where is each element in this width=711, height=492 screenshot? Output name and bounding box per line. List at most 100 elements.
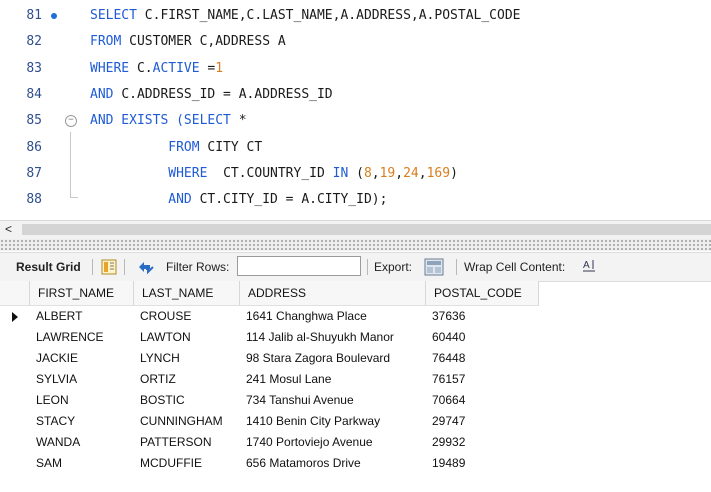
cell-postal-code[interactable]: 76157 bbox=[426, 369, 539, 390]
column-header-address[interactable]: ADDRESS bbox=[240, 281, 426, 305]
table-row[interactable]: SAM MCDUFFIE 656 Matamoros Drive 19489 bbox=[0, 453, 539, 474]
row-header[interactable] bbox=[0, 390, 30, 411]
sql-editor[interactable]: 81 SELECT C.FIRST_NAME,C.LAST_NAME,A.ADDR… bbox=[0, 0, 711, 220]
cell-first-name[interactable]: JACKIE bbox=[30, 348, 134, 369]
export-label: Export: bbox=[374, 260, 413, 274]
cell-address[interactable]: 114 Jalib al-Shuyukh Manor bbox=[240, 327, 426, 348]
toolbar-separator bbox=[367, 259, 368, 275]
row-header[interactable] bbox=[0, 432, 30, 453]
line-number: 87 bbox=[26, 165, 42, 181]
code-line[interactable]: 83 WHERE C.ACTIVE =1 bbox=[0, 56, 711, 82]
table-row[interactable]: ALBERT CROUSE 1641 Changhwa Place 37636 bbox=[0, 306, 539, 327]
cell-first-name[interactable]: LAWRENCE bbox=[30, 327, 134, 348]
code-line[interactable]: 86 FROM CITY CT bbox=[0, 135, 711, 161]
code-text: AND EXISTS (SELECT * bbox=[90, 108, 247, 134]
code-line[interactable]: 82 FROM CUSTOMER C,ADDRESS A bbox=[0, 29, 711, 55]
sql-text: C.FIRST_NAME,C.LAST_NAME,A.ADDRESS,A.POS… bbox=[144, 8, 521, 23]
export-icon[interactable] bbox=[424, 258, 444, 279]
wrap-text-icon[interactable]: A bbox=[582, 258, 596, 277]
line-number: 81 bbox=[26, 8, 42, 23]
cell-postal-code[interactable]: 70664 bbox=[426, 390, 539, 411]
code-text: FROM CITY CT bbox=[90, 135, 262, 161]
code-text: AND C.ADDRESS_ID = A.ADDRESS_ID bbox=[90, 82, 333, 108]
sql-text: ) bbox=[450, 165, 458, 181]
cell-postal-code[interactable]: 76448 bbox=[426, 348, 539, 369]
column-header-postal-code[interactable]: POSTAL_CODE bbox=[426, 281, 539, 305]
cell-last-name[interactable]: MCDUFFIE bbox=[134, 453, 240, 474]
row-header[interactable] bbox=[0, 411, 30, 432]
code-line[interactable]: 81 SELECT C.FIRST_NAME,C.LAST_NAME,A.ADDR… bbox=[0, 3, 711, 29]
column-header-first-name[interactable]: FIRST_NAME bbox=[30, 281, 134, 305]
row-header[interactable] bbox=[0, 369, 30, 390]
cell-postal-code[interactable]: 29932 bbox=[426, 432, 539, 453]
sql-text: CT.CITY_ID = A.CITY_ID); bbox=[199, 192, 388, 208]
refresh-icon[interactable] bbox=[136, 258, 156, 279]
sql-number: 19 bbox=[379, 165, 396, 181]
cell-last-name[interactable]: LYNCH bbox=[134, 348, 240, 369]
result-grid-tab[interactable]: Result Grid bbox=[16, 260, 81, 274]
table-row[interactable]: LAWRENCE LAWTON 114 Jalib al-Shuyukh Manor… bbox=[0, 327, 539, 348]
statement-marker-icon bbox=[51, 13, 57, 19]
toolbar-separator bbox=[456, 259, 457, 275]
cell-last-name[interactable]: BOSTIC bbox=[134, 390, 240, 411]
sql-text: C.ADDRESS_ID = A.ADDRESS_ID bbox=[121, 86, 333, 102]
cell-last-name[interactable]: LAWTON bbox=[134, 327, 240, 348]
cell-postal-code[interactable]: 37636 bbox=[426, 306, 539, 327]
row-header[interactable] bbox=[0, 348, 30, 369]
table-row[interactable]: WANDA PATTERSON 1740 Portoviejo Avenue 2993… bbox=[0, 432, 539, 453]
cell-address[interactable]: 734 Tanshui Avenue bbox=[240, 390, 426, 411]
fold-toggle-icon[interactable]: − bbox=[65, 115, 77, 128]
cell-last-name[interactable]: ORTIZ bbox=[134, 369, 240, 390]
code-line[interactable]: 85 − AND EXISTS (SELECT * bbox=[0, 108, 711, 134]
grid-header-row: FIRST_NAME LAST_NAME ADDRESS POSTAL_CODE bbox=[0, 281, 539, 306]
scrollbar-track[interactable] bbox=[22, 224, 711, 235]
cell-postal-code[interactable]: 29747 bbox=[426, 411, 539, 432]
sql-text: , bbox=[395, 165, 404, 181]
column-header-last-name[interactable]: LAST_NAME bbox=[134, 281, 240, 305]
sql-keyword: WHERE bbox=[90, 60, 137, 76]
row-header[interactable] bbox=[0, 453, 30, 474]
cell-last-name[interactable]: CROUSE bbox=[134, 306, 240, 327]
svg-text:A: A bbox=[583, 260, 590, 271]
filter-rows-input[interactable] bbox=[237, 256, 361, 276]
row-header[interactable] bbox=[0, 306, 30, 327]
cell-last-name[interactable]: CUNNINGHAM bbox=[134, 411, 240, 432]
cell-first-name[interactable]: STACY bbox=[30, 411, 134, 432]
cell-address[interactable]: 241 Mosul Lane bbox=[240, 369, 426, 390]
table-row[interactable]: STACY CUNNINGHAM 1410 Benin City Parkway 29… bbox=[0, 411, 539, 432]
form-editor-icon[interactable] bbox=[101, 259, 117, 278]
cell-postal-code[interactable]: 19489 bbox=[426, 453, 539, 474]
sql-keyword: FROM bbox=[90, 34, 130, 50]
code-text: WHERE C.ACTIVE =1 bbox=[90, 56, 223, 82]
cell-first-name[interactable]: SYLVIA bbox=[30, 369, 134, 390]
cell-address[interactable]: 1410 Benin City Parkway bbox=[240, 411, 426, 432]
code-line[interactable]: 88 AND CT.CITY_ID = A.CITY_ID); bbox=[0, 187, 711, 213]
panel-splitter[interactable] bbox=[0, 239, 711, 251]
cell-first-name[interactable]: WANDA bbox=[30, 432, 134, 453]
table-row[interactable]: LEON BOSTIC 734 Tanshui Avenue 70664 bbox=[0, 390, 539, 411]
cell-last-name[interactable]: PATTERSON bbox=[134, 432, 240, 453]
row-header[interactable] bbox=[0, 327, 30, 348]
editor-horizontal-scrollbar[interactable]: < bbox=[0, 220, 711, 239]
sql-number: 1 bbox=[215, 60, 224, 76]
sql-keyword: AND bbox=[90, 86, 122, 102]
cell-first-name[interactable]: SAM bbox=[30, 453, 134, 474]
table-row[interactable]: SYLVIA ORTIZ 241 Mosul Lane 76157 bbox=[0, 369, 539, 390]
cell-first-name[interactable]: ALBERT bbox=[30, 306, 134, 327]
sql-text: CITY CT bbox=[207, 139, 263, 155]
cell-first-name[interactable]: LEON bbox=[30, 390, 134, 411]
code-line[interactable]: 84 AND C.ADDRESS_ID = A.ADDRESS_ID bbox=[0, 82, 711, 108]
toolbar-separator bbox=[92, 259, 93, 275]
sql-text: , bbox=[418, 165, 427, 181]
code-line[interactable]: 87 WHERE CT.COUNTRY_ID IN (8,19,24,169) bbox=[0, 161, 711, 187]
cell-postal-code[interactable]: 60440 bbox=[426, 327, 539, 348]
cell-address[interactable]: 1641 Changhwa Place bbox=[240, 306, 426, 327]
code-text: WHERE CT.COUNTRY_ID IN (8,19,24,169) bbox=[90, 161, 458, 187]
line-number: 88 bbox=[26, 192, 42, 208]
cell-address[interactable]: 1740 Portoviejo Avenue bbox=[240, 432, 426, 453]
scroll-left-icon[interactable]: < bbox=[5, 222, 12, 236]
cell-address[interactable]: 98 Stara Zagora Boulevard bbox=[240, 348, 426, 369]
cell-address[interactable]: 656 Matamoros Drive bbox=[240, 453, 426, 474]
sql-text: = bbox=[199, 60, 216, 76]
table-row[interactable]: JACKIE LYNCH 98 Stara Zagora Boulevard 7644… bbox=[0, 348, 539, 369]
